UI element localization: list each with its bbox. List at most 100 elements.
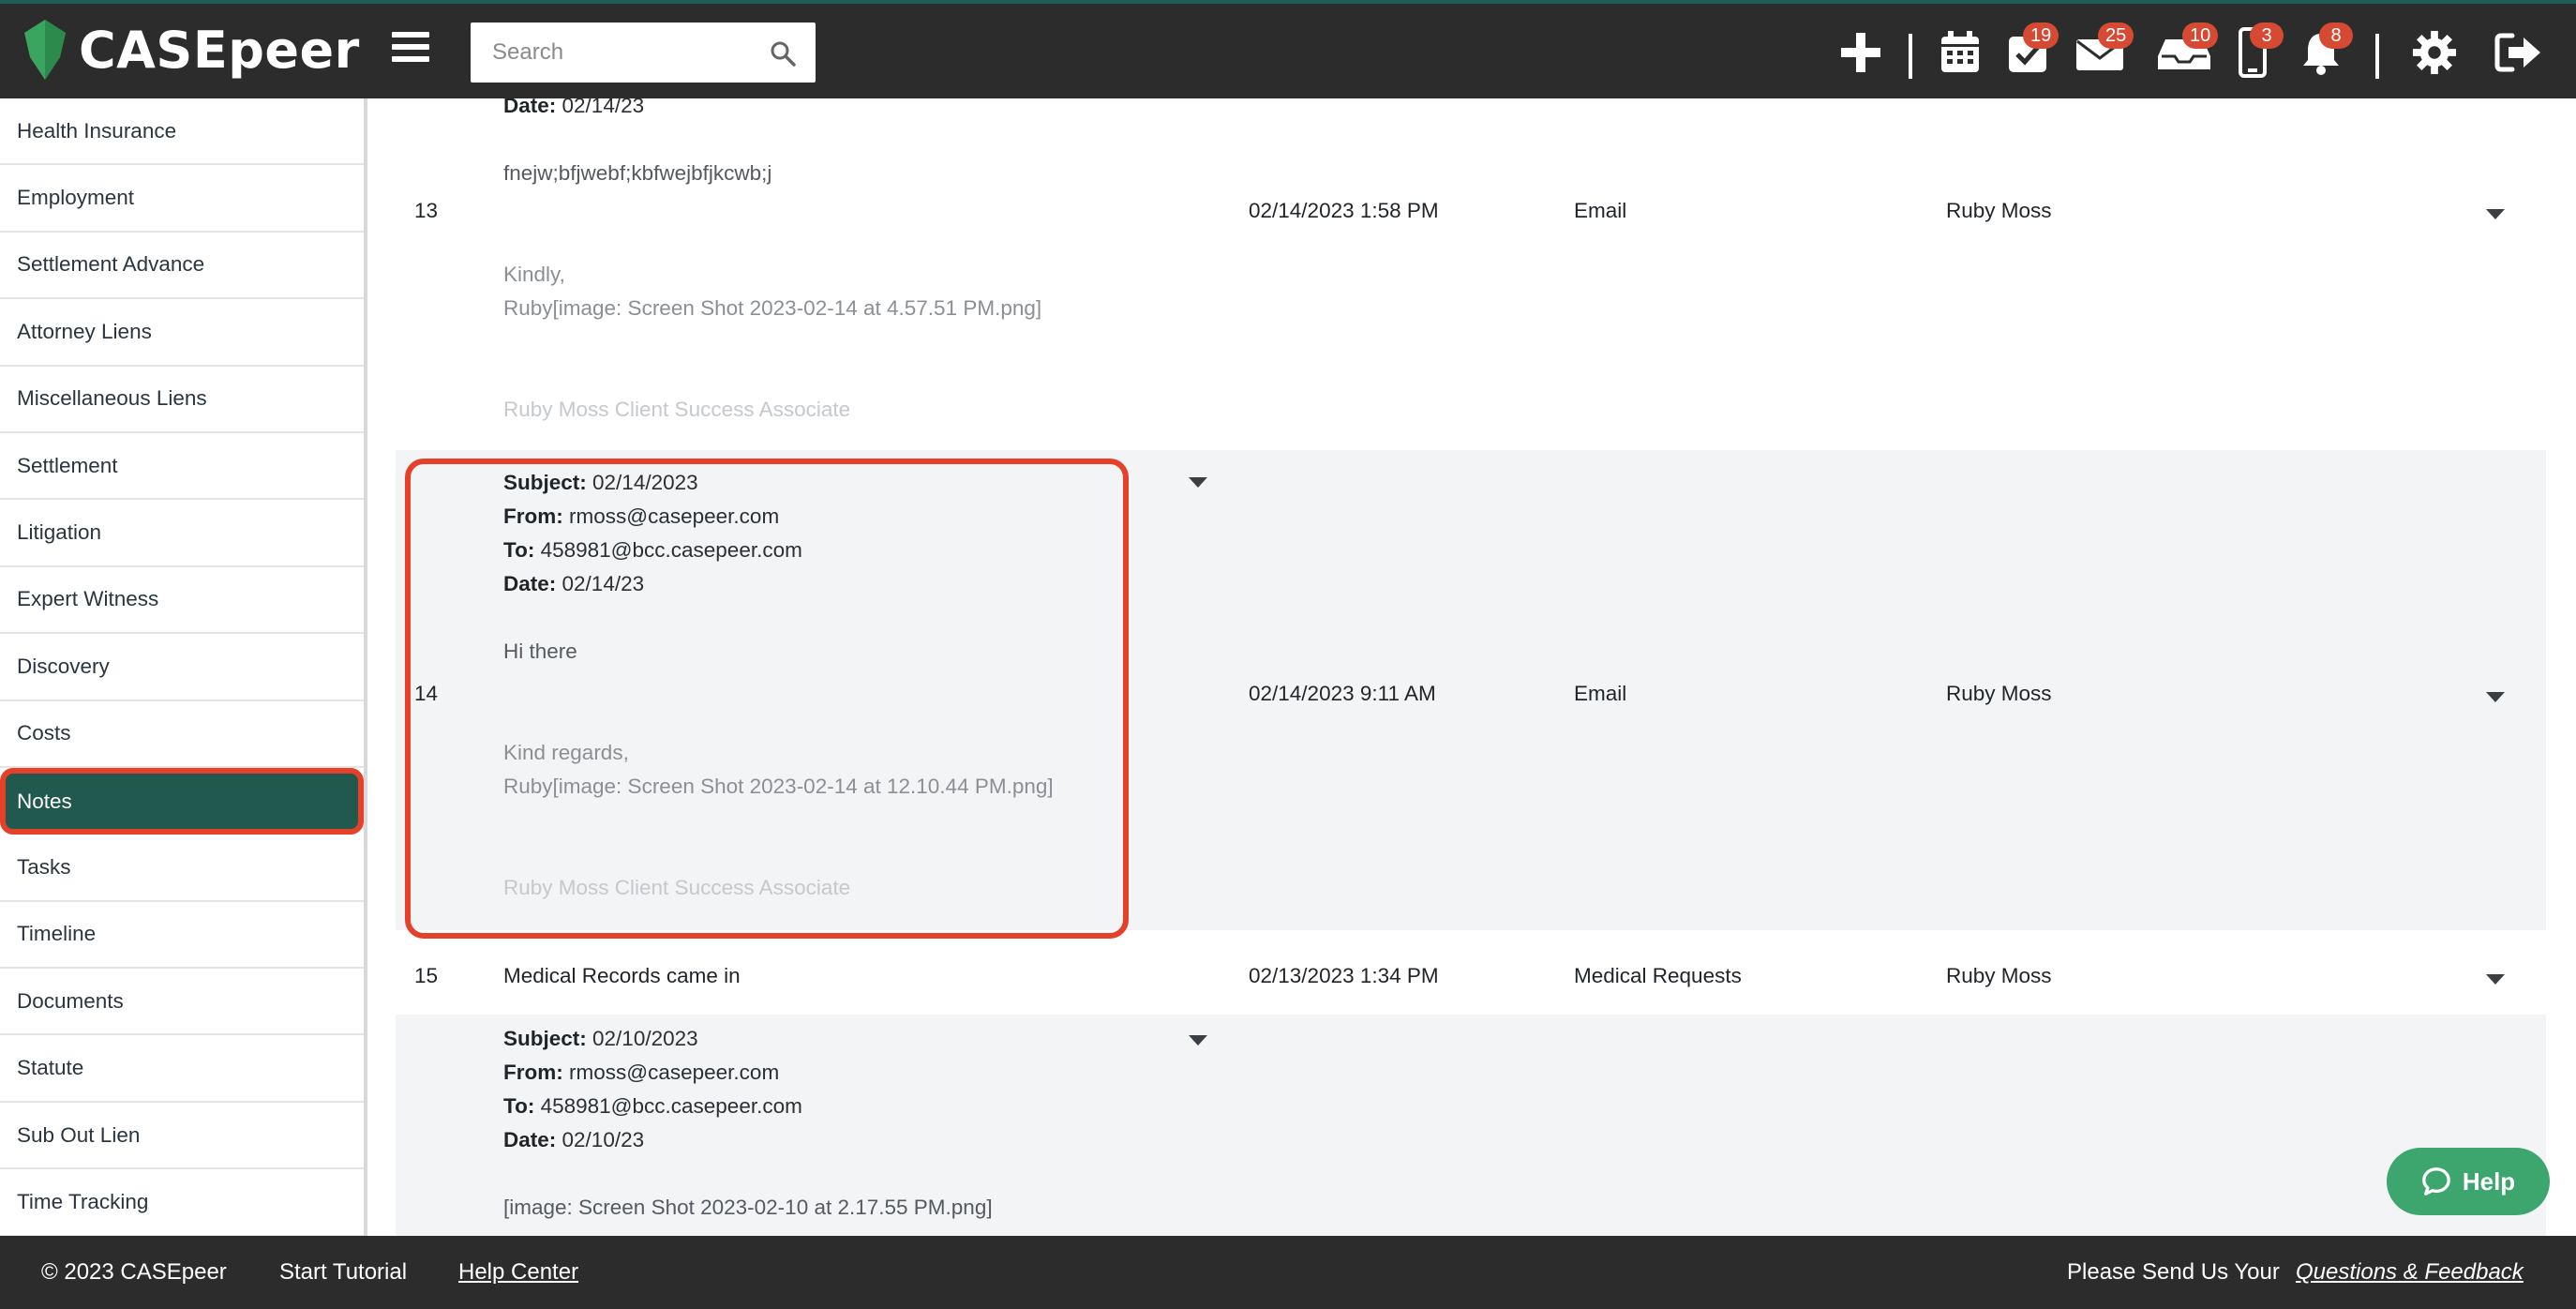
note-13-content: Date: 02/14/23 fnejw;bfjwebf;kbfwejbfjkc… [503,98,1041,427]
search-icon[interactable] [769,39,797,68]
note-13-type: Email [1574,199,1627,222]
notifications-badge: 8 [2319,23,2353,49]
note-13-date-label: Date: [503,98,557,117]
help-button[interactable]: Help [2387,1148,2550,1215]
menu-toggle-icon[interactable] [392,32,429,69]
note-14-to: 458981@bcc.casepeer.com [540,538,802,562]
notifications-bell-icon[interactable]: 8 [2300,23,2353,79]
note-14-to-label: To: [503,538,535,562]
note-row-15[interactable]: 15 Medical Records came in 02/13/2023 1:… [396,930,2546,1015]
inbox-badge: 10 [2182,23,2219,49]
start-tutorial-link[interactable]: Start Tutorial [279,1259,407,1286]
note-15d-to: 458981@bcc.casepeer.com [540,1094,802,1118]
chat-bubble-icon [2422,1167,2450,1196]
sidebar-item-notes[interactable]: Notes [0,767,364,835]
note-15d-from-label: From: [503,1061,563,1084]
note-14-sign1: Kind regards, [503,741,629,764]
note-row-13[interactable]: Date: 02/14/23 fnejw;bfjwebf;kbfwejbfjkc… [396,98,2546,450]
footer: © 2023 CASEpeer Start Tutorial Help Cent… [0,1236,2576,1309]
calendar-icon[interactable] [1939,26,1982,79]
feedback-link[interactable]: Questions & Feedback [2296,1259,2524,1286]
sidebar-item-sub-out-lien[interactable]: Sub Out Lien [0,1103,364,1170]
search-box [471,23,816,83]
help-label: Help [2462,1166,2516,1196]
note-13-chevron-down-icon[interactable] [2486,209,2505,219]
sidebar-item-tasks[interactable]: Tasks [0,835,364,902]
note-14-from-label: From: [503,504,563,528]
note-13-body: fnejw;bfjwebf;kbfwejbfjkcwb;j [503,161,772,185]
note-15-datetime: 02/13/2023 1:34 PM [1249,964,1439,987]
sidebar-item-litigation[interactable]: Litigation [0,500,364,567]
case-sidebar: Health Insurance Employment Settlement A… [0,98,367,1236]
note-15-chevron-down-icon[interactable] [2486,974,2505,985]
feedback-prefix: Please Send Us Your [2067,1259,2280,1285]
sidebar-item-employment[interactable]: Employment [0,165,364,233]
help-center-link[interactable]: Help Center [458,1259,578,1286]
note-14-content: Subject: 02/14/2023 From: rmoss@casepeer… [503,466,1054,905]
note-15d-date-label: Date: [503,1128,557,1151]
toolbar-divider [2375,34,2379,79]
note-15d-expand-chevron-icon[interactable] [1189,1035,1207,1046]
sidebar-item-settlement-advance[interactable]: Settlement Advance [0,233,364,300]
tasks-icon[interactable]: 19 [2006,23,2059,79]
note-13-user: Ruby Moss [1946,199,2052,222]
note-15-number: 15 [414,964,439,987]
sidebar-item-attorney-liens[interactable]: Attorney Liens [0,299,364,367]
note-15d-subject: 02/10/2023 [592,1027,698,1050]
top-navbar: CASEpeer 19 25 10 [0,0,2576,98]
logout-icon[interactable] [2494,26,2542,79]
note-row-14[interactable]: Subject: 02/14/2023 From: rmoss@casepeer… [396,450,2546,930]
sidebar-item-miscellaneous-liens[interactable]: Miscellaneous Liens [0,367,364,433]
note-13-date-value: 02/14/23 [562,98,645,117]
sidebar-item-costs[interactable]: Costs [0,701,364,768]
note-15d-from: rmoss@casepeer.com [569,1061,780,1084]
inbox-icon[interactable]: 10 [2158,23,2219,79]
note-15d-to-label: To: [503,1094,535,1118]
note-15-user: Ruby Moss [1946,964,2052,987]
add-new-icon[interactable] [1839,26,1882,79]
sidebar-item-time-tracking[interactable]: Time Tracking [0,1169,364,1236]
note-15-type: Medical Requests [1574,964,1742,987]
note-14-user: Ruby Moss [1946,682,2052,705]
gear-icon[interactable] [2411,26,2458,79]
note-14-signature: Ruby Moss Client Success Associate [503,876,851,899]
search-input[interactable] [471,23,752,83]
note-14-subject: 02/14/2023 [592,471,698,494]
note-14-from: rmoss@casepeer.com [569,504,780,528]
sidebar-item-statute[interactable]: Statute [0,1035,364,1103]
note-15-detail-content: Subject: 02/10/2023 From: rmoss@casepeer… [503,1022,993,1225]
sidebar-item-settlement[interactable]: Settlement [0,433,364,501]
casepeer-logo[interactable]: CASEpeer [24,17,360,83]
note-13-number: 13 [414,199,439,222]
mobile-icon[interactable]: 3 [2237,23,2284,79]
mobile-badge: 3 [2250,23,2284,49]
mail-icon[interactable]: 25 [2075,23,2134,79]
note-14-chevron-down-icon[interactable] [2486,692,2505,702]
sidebar-item-timeline[interactable]: Timeline [0,902,364,970]
brand-name: CASEpeer [79,20,360,80]
mail-badge: 25 [2098,23,2134,49]
logo-leaf-icon [24,20,66,80]
note-14-date-label: Date: [503,572,557,595]
note-14-number: 14 [414,682,439,705]
notes-table: Date: 02/14/23 fnejw;bfjwebf;kbfwejbfjkc… [371,98,2576,1236]
note-15d-subject-label: Subject: [503,1027,587,1050]
note-15d-body: [image: Screen Shot 2023-02-10 at 2.17.5… [503,1196,993,1219]
note-14-expand-chevron-icon[interactable] [1189,477,1207,488]
note-15d-date: 02/10/23 [562,1128,645,1151]
note-13-sign1: Kindly, [503,263,565,286]
note-15-detail: Subject: 02/10/2023 From: rmoss@casepeer… [396,1015,2546,1236]
sidebar-item-documents[interactable]: Documents [0,969,364,1036]
note-14-body: Hi there [503,639,577,663]
sidebar-item-health-insurance[interactable]: Health Insurance [0,98,364,166]
note-14-date: 02/14/23 [562,572,645,595]
note-14-datetime: 02/14/2023 9:11 AM [1249,682,1436,705]
note-13-signature: Ruby Moss Client Success Associate [503,398,851,421]
sidebar-item-discovery[interactable]: Discovery [0,634,364,701]
footer-copyright: © 2023 CASEpeer [41,1259,227,1285]
note-14-subject-label: Subject: [503,471,587,494]
note-14-sign2: Ruby[image: Screen Shot 2023-02-14 at 12… [503,775,1054,798]
toolbar-divider [1909,34,1912,79]
note-13-datetime: 02/14/2023 1:58 PM [1249,199,1439,222]
sidebar-item-expert-witness[interactable]: Expert Witness [0,567,364,635]
